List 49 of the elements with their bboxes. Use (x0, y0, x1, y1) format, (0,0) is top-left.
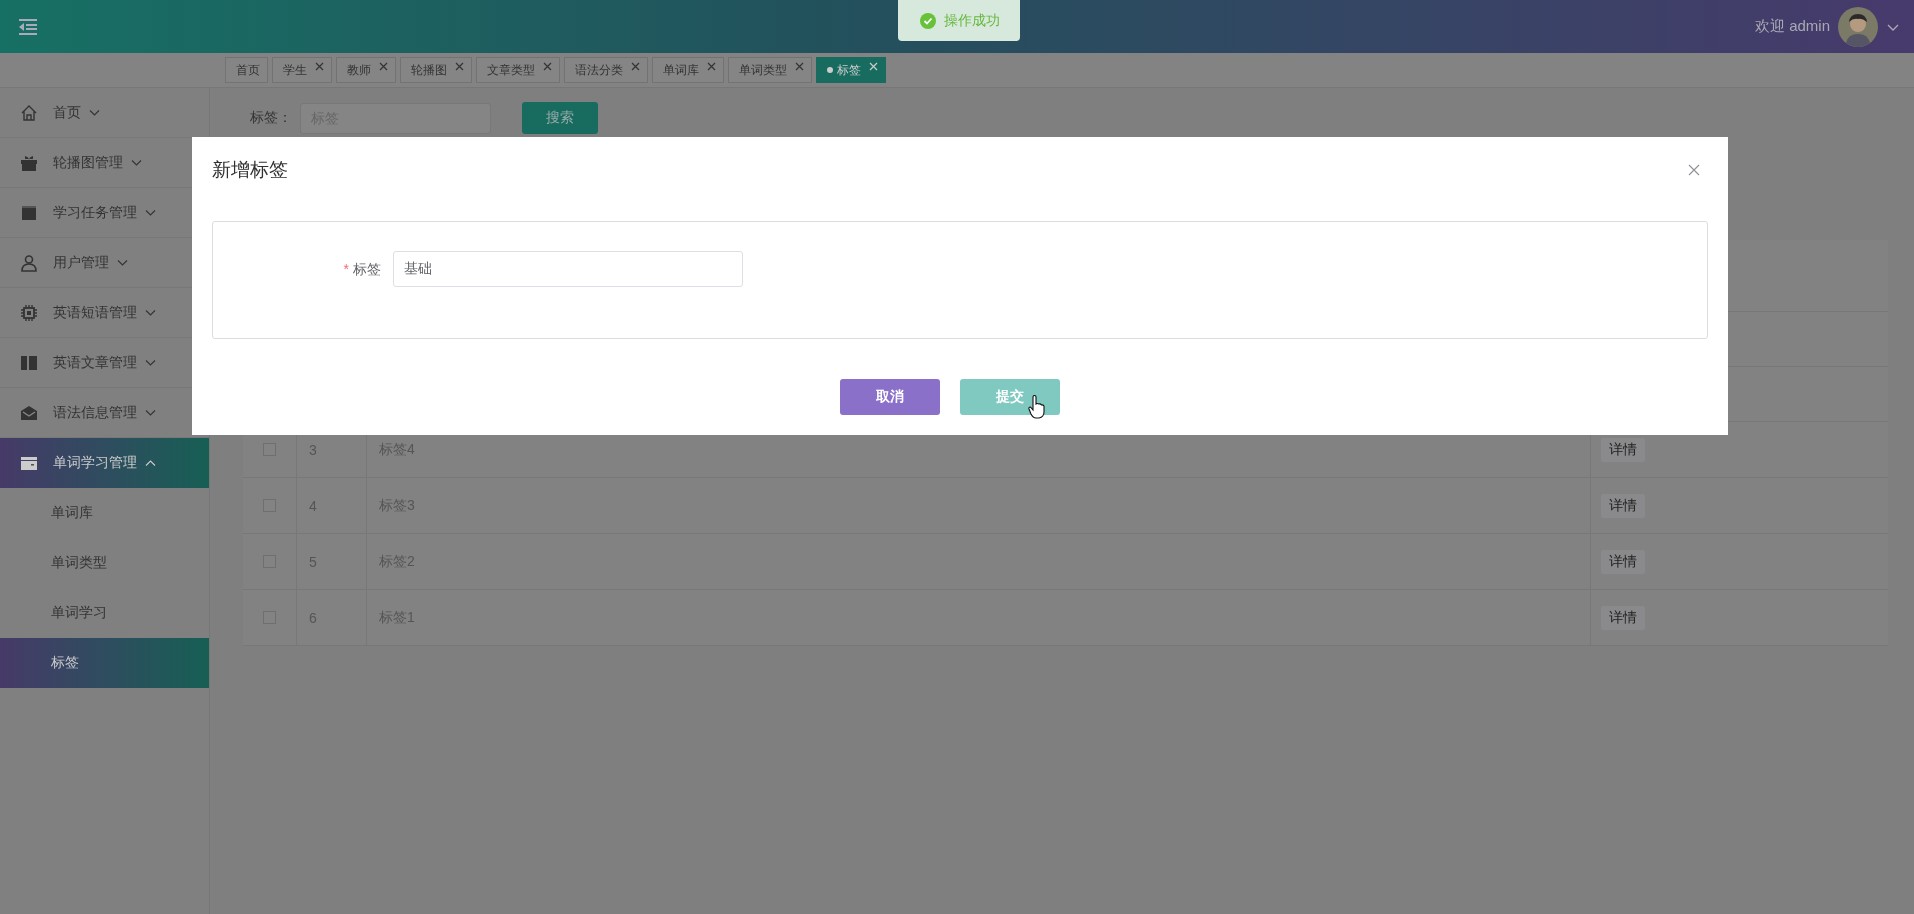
submenu-item[interactable]: 单词学习 (0, 588, 209, 638)
sidebar-label: 单词学习管理 (53, 454, 137, 472)
sidebar-label: 英语短语管理 (53, 303, 137, 322)
sidebar-label: 学习任务管理 (53, 203, 137, 222)
submit-button[interactable]: 提交 (960, 379, 1060, 415)
submenu-item[interactable]: 单词类型 (0, 538, 209, 588)
search-button[interactable]: 搜索 (522, 102, 598, 134)
field-label: * 标签 (343, 261, 381, 277)
dialog-title: 新增标签 (212, 158, 288, 182)
page-tab[interactable]: 语法分类 (564, 57, 648, 83)
check-icon (920, 12, 936, 29)
sidebar-label: 轮播图管理 (53, 153, 123, 172)
sidebar-label: 语法信息管理 (53, 403, 137, 422)
close-icon[interactable] (315, 62, 324, 71)
toast-message: 操作成功 (944, 11, 1000, 30)
page-tab[interactable]: 轮播图 (400, 57, 472, 83)
page-tab[interactable]: 学生 (272, 57, 332, 83)
sidebar-label: 首页 (53, 103, 81, 122)
sidebar-label: 英语文章管理 (53, 353, 137, 372)
details-button[interactable]: 详情 (1601, 549, 1645, 574)
menu-item-icon (19, 252, 39, 273)
menu-icon[interactable] (18, 17, 38, 36)
close-icon[interactable] (543, 62, 552, 71)
close-icon[interactable] (1688, 164, 1700, 176)
page-tab[interactable]: 单词类型 (728, 57, 812, 83)
close-icon[interactable] (795, 62, 804, 71)
close-icon[interactable] (631, 62, 640, 71)
close-icon[interactable] (455, 62, 464, 71)
page-tab[interactable]: 文章类型 (476, 57, 560, 83)
page-tab[interactable]: 单词库 (652, 57, 724, 83)
details-button[interactable]: 详情 (1601, 493, 1645, 518)
submenu-item[interactable]: 标签 (0, 638, 209, 688)
hand-cursor-icon (1028, 395, 1046, 419)
cancel-button[interactable]: 取消 (840, 379, 940, 415)
page-tab[interactable]: 教师 (336, 57, 396, 83)
close-icon[interactable] (379, 62, 388, 71)
tag-input[interactable]: 基础 (393, 251, 743, 287)
sidebar-label: 用户管理 (53, 253, 109, 272)
search-label: 标签： (250, 109, 293, 127)
submenu-item[interactable]: 单词库 (0, 488, 209, 538)
sidebar-item[interactable]: 单词学习管理 (0, 438, 209, 488)
details-button[interactable]: 详情 (1601, 605, 1645, 630)
welcome-text: 欢迎 admin (1754, 17, 1830, 36)
page-tab[interactable]: 首页 (225, 57, 268, 83)
close-icon[interactable] (707, 62, 716, 71)
avatar-icon[interactable] (1838, 6, 1878, 47)
menu-item-icon (19, 302, 39, 323)
details-button[interactable]: 详情 (1601, 437, 1645, 462)
page-tab[interactable]: 标签 (816, 57, 886, 83)
